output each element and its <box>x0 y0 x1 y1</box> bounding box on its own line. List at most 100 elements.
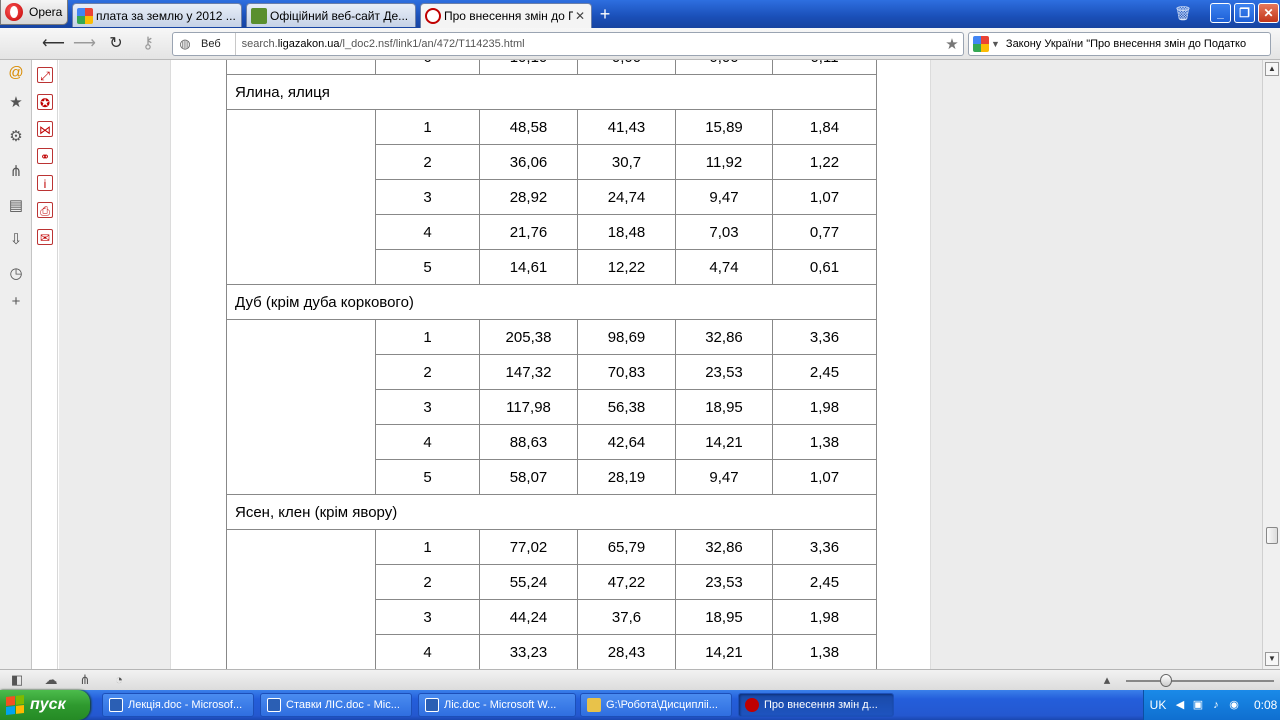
award-icon[interactable]: ✪ <box>37 94 53 110</box>
navigation-bar: ⟵ ⟶ ↻ ⚷ ◍ Веб search.ligazakon.ua/l_doc2… <box>0 28 1280 60</box>
table-cell: 47,22 <box>577 564 676 600</box>
table-cell: 205,38 <box>479 319 578 355</box>
language-indicator[interactable]: UK <box>1144 698 1172 712</box>
blank-cell <box>226 319 376 495</box>
table-cell: 14,61 <box>479 249 578 285</box>
address-url[interactable]: search.ligazakon.ua/l_doc2.nsf/link1/an/… <box>236 38 941 50</box>
table-cell: 2,45 <box>772 354 877 390</box>
table-cell: 4 <box>375 424 480 460</box>
folder-icon <box>587 698 601 712</box>
add-panel-icon[interactable]: + <box>7 293 25 311</box>
vertical-scrollbar[interactable]: ▲ ▼ <box>1262 60 1280 669</box>
table-cell: 0,77 <box>772 214 877 250</box>
species-group-label: Ялина, ялиця <box>226 74 877 110</box>
forward-arrow-icon[interactable]: ⟶ <box>73 34 96 54</box>
downloads-icon[interactable]: ⇩ <box>7 231 25 249</box>
sitemap-icon[interactable]: ⋈ <box>37 121 53 137</box>
table-cell: 37,6 <box>577 599 676 635</box>
tab-close-icon[interactable]: ✕ <box>573 9 587 23</box>
tab-0[interactable]: плата за землю у 2012 ... <box>72 3 242 27</box>
tab-2[interactable]: Про внесення змін до П... ✕ <box>420 3 592 28</box>
tab-1[interactable]: Офіційний веб-сайт Де... <box>246 3 416 27</box>
species-group-label: Ясен, клен (крім явору) <box>226 494 877 530</box>
group-header-row: Ялина, ялиця <box>226 74 877 110</box>
unite-icon[interactable]: ⋔ <box>77 672 93 688</box>
table-cell: 1,84 <box>772 109 877 145</box>
table-cell: 55,24 <box>479 564 578 600</box>
bookmarks-star-icon[interactable]: ★ <box>7 94 25 112</box>
mail-share-icon[interactable]: ✉ <box>37 229 53 245</box>
table-cell: 9,47 <box>675 459 773 495</box>
security-shield-icon[interactable]: ◉ <box>1226 697 1242 713</box>
tax-rates-table: 610,100,000,000,11Ялина, ялиця148,5841,4… <box>226 60 877 669</box>
windows-logo-icon <box>6 695 24 715</box>
table-cell: 1,07 <box>772 459 877 495</box>
back-arrow-icon[interactable]: ⟵ <box>42 34 65 54</box>
table-cell: 0,11 <box>772 60 877 75</box>
scroll-thumb[interactable] <box>1266 527 1278 544</box>
table-cell: 88,63 <box>479 424 578 460</box>
table-cell: 2,45 <box>772 564 877 600</box>
taskbar-item-folder[interactable]: G:\Робота\Дисципліі... <box>580 693 732 717</box>
share-icon[interactable]: ⋔ <box>7 163 25 181</box>
minimize-button[interactable]: _ <box>1210 3 1231 23</box>
new-tab-button[interactable]: + <box>596 5 614 23</box>
table-cell: 32,86 <box>675 529 773 565</box>
opera-icon <box>745 698 759 712</box>
notes-icon[interactable]: ▤ <box>7 197 25 215</box>
history-clock-icon[interactable]: ◷ <box>7 265 25 283</box>
table-cell: 2 <box>375 354 480 390</box>
expand-icon[interactable]: ⤢ <box>37 67 53 83</box>
table-cell: 14,21 <box>675 424 773 460</box>
zoom-slider-track[interactable] <box>1126 680 1274 682</box>
taskbar-item-lis[interactable]: Ліс.doc - Microsoft W... <box>418 693 576 717</box>
table-cell: 1,98 <box>772 389 877 425</box>
speaker-icon[interactable]: ♪ <box>1208 697 1224 713</box>
opera-menu-button[interactable]: Opera <box>0 0 68 25</box>
table-cell <box>226 60 376 75</box>
gear-icon[interactable]: ⚙ <box>7 128 25 146</box>
search-field[interactable]: ▼ Закону України "Про внесення змін до П… <box>968 32 1271 56</box>
trash-icon[interactable]: 🗑 <box>1174 5 1192 23</box>
info-icon[interactable]: i <box>37 175 53 191</box>
table-cell: 147,32 <box>479 354 578 390</box>
address-bar[interactable]: ◍ Веб search.ligazakon.ua/l_doc2.nsf/lin… <box>172 32 964 56</box>
table-cell: 2 <box>375 564 480 600</box>
table-cell: 32,86 <box>675 319 773 355</box>
reload-icon[interactable]: ↻ <box>105 34 127 54</box>
chevron-down-icon[interactable]: ▼ <box>991 39 1000 49</box>
maximize-button[interactable]: ❐ <box>1234 3 1255 23</box>
table-row: 1 77,02 65,79 32,86 3,36 <box>226 529 877 669</box>
table-cell: 77,02 <box>479 529 578 565</box>
table-cell: 5 <box>375 459 480 495</box>
taskbar-item-stavky[interactable]: Ставки ЛІС.doc - Mic... <box>260 693 412 717</box>
table-cell: 65,79 <box>577 529 676 565</box>
blank-cell <box>226 109 376 285</box>
scroll-down-icon[interactable]: ▼ <box>1265 652 1279 666</box>
google-search-engine-icon[interactable] <box>973 36 989 52</box>
zoom-slider-knob[interactable] <box>1160 674 1172 687</box>
taskbar-item-lektsiia[interactable]: Лекція.doc - Microsof... <box>102 693 254 717</box>
word-doc-icon <box>267 698 281 712</box>
close-button[interactable]: ✕ <box>1258 3 1279 23</box>
start-button[interactable]: пуск <box>0 690 90 720</box>
table-cell: 28,92 <box>479 179 578 215</box>
table-cell: 9,47 <box>675 179 773 215</box>
table-cell: 3 <box>375 179 480 215</box>
taskbar-item-opera[interactable]: Про внесення змін д... <box>738 693 894 717</box>
cloud-icon[interactable]: ☁ <box>43 672 59 688</box>
key-icon[interactable]: ⚷ <box>137 34 159 54</box>
panel-toggle-icon[interactable]: ◧ <box>9 672 25 688</box>
print-icon[interactable]: ⎙ <box>37 202 53 218</box>
link-icon[interactable]: ⚭ <box>37 148 53 164</box>
turbo-gauge-icon[interactable]: ◔ <box>111 672 127 688</box>
emblem-favicon-icon <box>251 7 267 24</box>
back-arrow-tray-icon[interactable]: ◀ <box>1172 697 1188 713</box>
network-icon[interactable]: ▣ <box>1190 697 1206 713</box>
word-doc-icon <box>425 698 439 712</box>
table-cell: 1 <box>375 109 480 145</box>
scroll-up-icon[interactable]: ▲ <box>1265 62 1279 76</box>
view-icon[interactable]: ▴ <box>1099 672 1115 688</box>
bookmark-star-icon[interactable]: ★ <box>941 35 963 53</box>
mail-icon[interactable]: @ <box>7 64 25 82</box>
